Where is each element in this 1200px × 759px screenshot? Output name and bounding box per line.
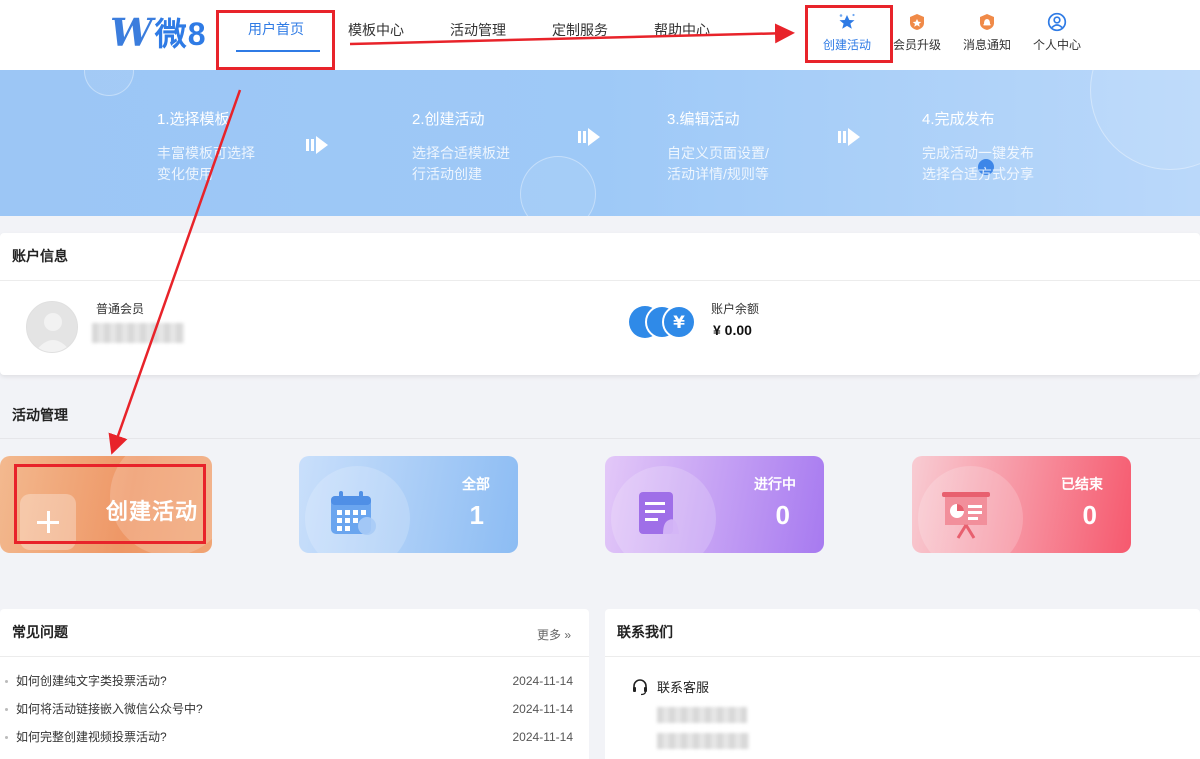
action-label: 个人中心 <box>1032 38 1081 52</box>
contact-info-redacted <box>657 707 747 723</box>
customer-service-label: 联系客服 <box>657 680 710 695</box>
user-circle-icon <box>1047 12 1067 32</box>
logo-w-mark: W <box>110 9 153 55</box>
customer-service-row[interactable]: 联系客服 <box>631 677 709 696</box>
faq-item[interactable]: 如何完整创建视频投票活动? 2024-11-14 <box>0 723 589 751</box>
stat-card-all[interactable]: 全部 1 <box>299 456 518 553</box>
card-label: 进行中 <box>754 476 796 492</box>
step-arrow-icon <box>578 128 600 146</box>
personal-center-button[interactable]: 个人中心 <box>1022 10 1092 53</box>
faq-panel: 常见问题 更多 » 如何创建纯文字类投票活动? 2024-11-14 如何将活动… <box>0 609 589 759</box>
contact-panel: 联系我们 联系客服 <box>605 609 1200 759</box>
banner-bubble <box>84 70 134 96</box>
faq-more-link[interactable]: 更多 » <box>537 626 571 643</box>
step-desc: 自定义页面设置/活动详情/规则等 <box>667 145 769 182</box>
card-count: 0 <box>1082 500 1097 530</box>
balance-label: 账户余额 <box>711 302 760 316</box>
nav-activity-management[interactable]: 活动管理 <box>450 0 506 60</box>
step-arrow-icon <box>306 136 328 154</box>
step-title: 3.编辑活动 <box>667 111 740 128</box>
action-label: 会员升级 <box>892 38 941 52</box>
svg-text:¥: ¥ <box>673 313 685 333</box>
step-desc: 完成活动一键发布选择合适方式分享 <box>922 145 1034 182</box>
step-title: 1.选择模板 <box>157 111 230 128</box>
faq-item[interactable]: 如何将活动链接嵌入微信公众号中? 2024-11-14 <box>0 695 589 723</box>
card-count: 0 <box>775 500 790 530</box>
presentation-board-icon <box>942 492 990 539</box>
faq-question: 如何完整创建视频投票活动? <box>16 730 167 744</box>
balance-value: ¥ 0.00 <box>713 322 752 338</box>
step-arrow-icon <box>838 128 860 146</box>
faq-date: 2024-11-14 <box>512 702 574 716</box>
step-title: 4.完成发布 <box>922 111 995 128</box>
process-banner: 1.选择模板 丰富模板可选择变化使用 2.创建活动 选择合适模板进行活动创建 3… <box>0 70 1200 216</box>
nav-label: 帮助中心 <box>654 22 710 38</box>
faq-date: 2024-11-14 <box>512 674 574 688</box>
faq-title: 常见问题 <box>0 609 589 657</box>
step-title: 2.创建活动 <box>412 111 485 128</box>
annotation-box-create-card <box>14 464 206 544</box>
step-4: 4.完成发布 完成活动一键发布选择合适方式分享 <box>922 108 1177 185</box>
step-1: 1.选择模板 丰富模板可选择变化使用 <box>157 108 412 185</box>
nav-label: 活动管理 <box>450 22 506 38</box>
section-divider <box>0 438 1200 439</box>
annotation-box-create <box>805 5 893 63</box>
step-3: 3.编辑活动 自定义页面设置/活动详情/规则等 <box>667 108 922 185</box>
faq-item[interactable]: 如何创建纯文字类投票活动? 2024-11-14 <box>0 667 589 695</box>
card-label: 全部 <box>462 476 490 492</box>
account-info-panel: 账户信息 普通会员 ¥ 账户余额 ¥ 0.00 <box>0 233 1200 375</box>
contact-title: 联系我们 <box>605 609 1200 657</box>
card-count: 1 <box>469 500 484 530</box>
step-desc: 选择合适模板进行活动创建 <box>412 145 510 182</box>
calendar-icon <box>331 491 376 535</box>
bell-badge-icon <box>980 14 994 30</box>
avatar[interactable] <box>26 301 78 353</box>
document-icon <box>639 492 679 534</box>
nav-help-center[interactable]: 帮助中心 <box>654 0 710 60</box>
nav-label: 模板中心 <box>348 22 404 38</box>
card-label: 已结束 <box>1061 476 1103 492</box>
step-desc: 丰富模板可选择变化使用 <box>157 145 255 182</box>
yuan-coins-icon: ¥ <box>629 305 696 339</box>
faq-question: 如何将活动链接嵌入微信公众号中? <box>16 702 203 716</box>
faq-date: 2024-11-14 <box>512 730 574 744</box>
member-level: 普通会员 <box>96 302 145 316</box>
contact-info-redacted <box>657 733 749 749</box>
nav-template-center[interactable]: 模板中心 <box>348 0 404 60</box>
annotation-box-nav <box>216 10 335 70</box>
stat-card-in-progress[interactable]: 进行中 0 <box>605 456 824 553</box>
faq-question: 如何创建纯文字类投票活动? <box>16 674 167 688</box>
action-label: 消息通知 <box>962 38 1011 52</box>
stat-card-ended[interactable]: 已结束 0 <box>912 456 1131 553</box>
faq-list: 如何创建纯文字类投票活动? 2024-11-14 如何将活动链接嵌入微信公众号中… <box>0 657 589 751</box>
logo[interactable]: W 微8 <box>110 9 207 55</box>
top-header: W 微8 用户首页 模板中心 活动管理 定制服务 帮助中心 创建活动 会员升级 <box>0 0 1200 70</box>
username-redacted <box>92 323 184 343</box>
avatar-placeholder-icon <box>35 313 71 352</box>
vip-badge-icon <box>910 14 924 30</box>
nav-custom-service[interactable]: 定制服务 <box>552 0 608 60</box>
activity-management-title: 活动管理 <box>12 407 68 423</box>
headset-icon <box>633 678 647 695</box>
nav-label: 定制服务 <box>552 22 608 38</box>
account-info-title: 账户信息 <box>0 233 1200 281</box>
message-notify-button[interactable]: 消息通知 <box>952 10 1022 53</box>
logo-text: 微8 <box>154 16 207 52</box>
step-2: 2.创建活动 选择合适模板进行活动创建 <box>412 108 667 185</box>
